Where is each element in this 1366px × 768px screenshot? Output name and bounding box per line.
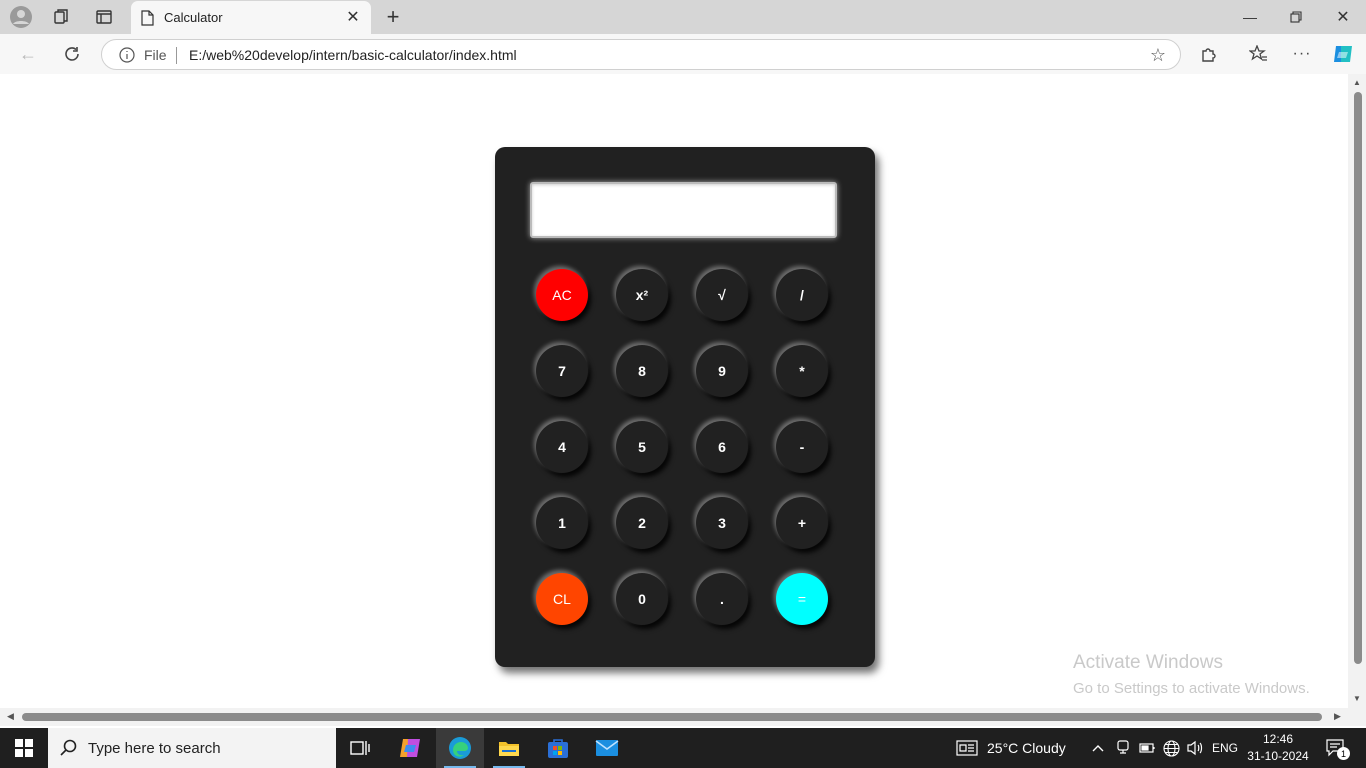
copilot-icon[interactable] — [1331, 42, 1355, 66]
notification-count-badge: 1 — [1337, 747, 1350, 760]
extensions-icon[interactable] — [1197, 42, 1221, 66]
document-icon — [141, 10, 154, 31]
collections-icon[interactable] — [50, 5, 74, 29]
taskbar-search-box[interactable]: Type here to search — [48, 728, 336, 768]
windows-taskbar: Type here to search 25°C Cloudy ENG 12:4… — [0, 728, 1366, 768]
key-subtract[interactable]: - — [776, 421, 828, 473]
edge-app-icon[interactable] — [436, 728, 484, 768]
horizontal-scrollbar[interactable]: ◀ ▶ — [0, 708, 1348, 726]
clock-time: 12:46 — [1262, 732, 1294, 746]
tab-bar: Calculator ✕ + — ✕ — [0, 0, 1366, 34]
tab-calculator[interactable]: Calculator ✕ — [131, 1, 371, 34]
key-6[interactable]: 6 — [696, 421, 748, 473]
key-decimal[interactable]: . — [696, 573, 748, 625]
key-4[interactable]: 4 — [536, 421, 588, 473]
scroll-left-icon[interactable]: ◀ — [7, 711, 14, 722]
search-icon — [60, 739, 78, 762]
windows-start-icon[interactable] — [0, 728, 48, 768]
page-viewport: AC x² √ / 7 8 9 * 4 5 6 - 1 2 3 + CL 0 .… — [4, 74, 1348, 708]
key-sqrt[interactable]: √ — [696, 269, 748, 321]
calculator-display[interactable] — [530, 182, 837, 238]
file-explorer-icon[interactable] — [485, 728, 533, 768]
scrollbar-corner — [1348, 708, 1366, 726]
weather-text[interactable]: 25°C Cloudy — [987, 740, 1066, 756]
key-8[interactable]: 8 — [616, 345, 668, 397]
key-3[interactable]: 3 — [696, 497, 748, 549]
new-tab-icon[interactable]: + — [381, 4, 405, 29]
favorites-icon[interactable] — [1246, 42, 1270, 66]
copilot-app-icon[interactable] — [386, 728, 434, 768]
refresh-icon[interactable] — [60, 42, 84, 66]
key-2[interactable]: 2 — [616, 497, 668, 549]
close-tab-icon[interactable]: ✕ — [343, 7, 363, 27]
network-globe-icon[interactable] — [1162, 739, 1180, 757]
restore-icon[interactable] — [1284, 5, 1308, 29]
key-1[interactable]: 1 — [536, 497, 588, 549]
vertical-scroll-thumb[interactable] — [1354, 92, 1362, 664]
info-icon[interactable] — [119, 47, 135, 68]
watermark-title: Activate Windows — [1073, 652, 1223, 673]
key-square[interactable]: x² — [616, 269, 668, 321]
close-window-icon[interactable]: ✕ — [1331, 5, 1355, 29]
key-0[interactable]: 0 — [616, 573, 668, 625]
notification-center-icon[interactable]: 1 — [1325, 739, 1350, 760]
scroll-right-icon[interactable]: ▶ — [1334, 711, 1341, 722]
scroll-down-icon[interactable]: ▼ — [1353, 694, 1361, 703]
calculator: AC x² √ / 7 8 9 * 4 5 6 - 1 2 3 + CL 0 .… — [495, 147, 875, 667]
task-view-icon[interactable] — [336, 728, 384, 768]
minimize-icon[interactable]: — — [1238, 5, 1262, 29]
weather-widget-icon[interactable] — [955, 739, 979, 757]
mail-icon[interactable] — [583, 728, 631, 768]
search-placeholder: Type here to search — [88, 740, 221, 757]
more-options-icon[interactable]: ··· — [1290, 42, 1314, 66]
key-9[interactable]: 9 — [696, 345, 748, 397]
scheme-label: File — [144, 47, 167, 63]
browser-toolbar: ← File E:/web%20develop/intern/basic-cal… — [0, 34, 1366, 74]
tab-title: Calculator — [164, 10, 223, 25]
address-bar[interactable]: File E:/web%20develop/intern/basic-calcu… — [101, 39, 1181, 70]
profile-icon[interactable] — [9, 5, 33, 29]
taskbar-clock[interactable]: 12:46 31-10-2024 — [1244, 731, 1312, 765]
key-equals[interactable]: = — [776, 573, 828, 625]
key-clear-last[interactable]: CL — [536, 573, 588, 625]
key-multiply[interactable]: * — [776, 345, 828, 397]
battery-icon[interactable] — [1138, 739, 1156, 757]
activate-windows-watermark: Activate Windows Go to Settings to activ… — [1073, 652, 1310, 697]
url-text[interactable]: E:/web%20develop/intern/basic-calculator… — [189, 47, 517, 63]
key-divide[interactable]: / — [776, 269, 828, 321]
clock-date: 31-10-2024 — [1247, 749, 1309, 763]
watermark-subtitle: Go to Settings to activate Windows. — [1073, 680, 1310, 697]
key-add[interactable]: + — [776, 497, 828, 549]
meet-now-icon[interactable] — [1114, 739, 1132, 757]
microsoft-store-icon[interactable] — [534, 728, 582, 768]
language-indicator[interactable]: ENG — [1212, 741, 1238, 755]
tab-actions-icon[interactable] — [92, 5, 116, 29]
volume-icon[interactable] — [1186, 739, 1204, 757]
favorite-star-icon[interactable]: ☆ — [1150, 45, 1166, 66]
horizontal-scroll-thumb[interactable] — [22, 713, 1322, 721]
address-separator — [176, 47, 177, 64]
scroll-up-icon[interactable]: ▲ — [1353, 78, 1361, 87]
vertical-scrollbar[interactable]: ▲ ▼ — [1348, 74, 1366, 708]
back-icon[interactable]: ← — [16, 42, 40, 66]
key-5[interactable]: 5 — [616, 421, 668, 473]
key-7[interactable]: 7 — [536, 345, 588, 397]
show-hidden-icons-chevron-icon[interactable] — [1089, 739, 1107, 757]
key-all-clear[interactable]: AC — [536, 269, 588, 321]
